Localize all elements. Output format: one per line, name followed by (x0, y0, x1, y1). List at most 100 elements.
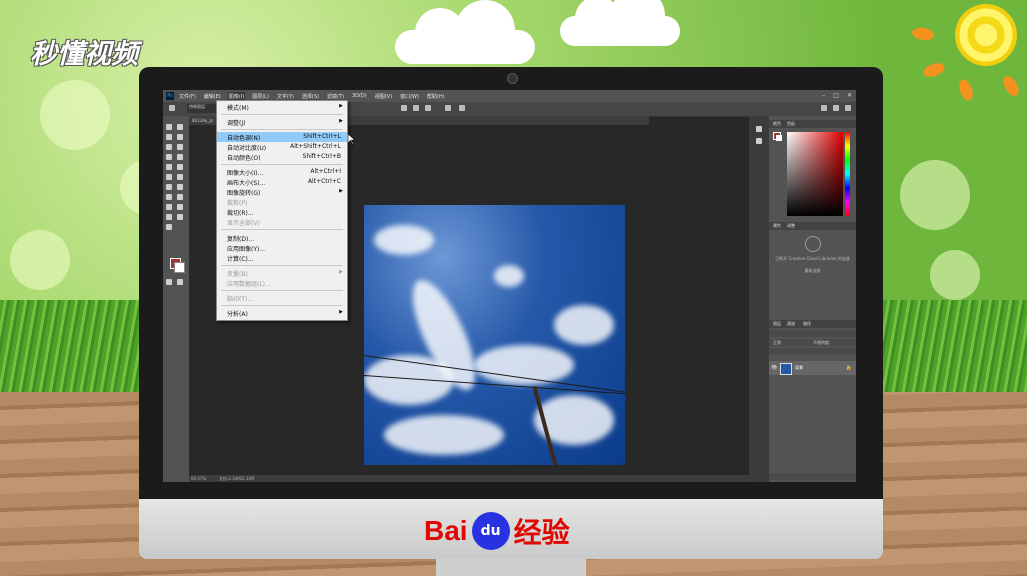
menu-item-label: 裁切(R)... (227, 210, 254, 217)
move-tool-icon[interactable] (169, 105, 175, 111)
search-icon[interactable] (821, 105, 827, 111)
menu-file[interactable]: 文件(F) (178, 92, 197, 101)
dodge-tool-icon[interactable] (177, 184, 183, 190)
menu-item-crop[interactable]: 裁剪(P) (217, 197, 347, 207)
menu-item-variables[interactable]: 变量(B) ▶ (217, 268, 347, 278)
tab-paths[interactable]: 路径 (803, 321, 811, 327)
menu-help[interactable]: 帮助(H) (426, 92, 446, 101)
maximize-icon[interactable]: □ (833, 92, 839, 99)
healing-tool-icon[interactable] (166, 154, 172, 160)
tab-adjustments[interactable]: 调整 (787, 223, 795, 229)
status-bar: 66.67% 文档:2.34M/2.34M (189, 475, 749, 482)
menu-view[interactable]: 视图(V) (374, 92, 393, 101)
menu-item-apply-image[interactable]: 应用图像(Y)... (217, 243, 347, 253)
menu-item-trim[interactable]: 裁切(R)... (217, 207, 347, 217)
move-tool-icon[interactable] (166, 124, 172, 130)
align-icon[interactable] (401, 105, 407, 111)
align-icon[interactable] (413, 105, 419, 111)
eraser-tool-icon[interactable] (166, 174, 172, 180)
panel-background-swatch[interactable] (776, 135, 782, 141)
lasso-tool-icon[interactable] (166, 134, 172, 140)
pen-tool-icon[interactable] (166, 194, 172, 200)
history-panel-icon[interactable] (756, 126, 762, 132)
screen-mode-icon[interactable] (177, 279, 183, 285)
align-icon[interactable] (425, 105, 431, 111)
zoom-level[interactable]: 66.67% (191, 476, 206, 481)
menu-item-reveal-all[interactable]: 显示全部(V) (217, 217, 347, 227)
menu-separator (221, 265, 343, 266)
photoshop-app-icon[interactable]: Ps (166, 92, 174, 100)
cloud-wisp (474, 345, 574, 385)
menu-item-label: 自动色调(N) (227, 135, 261, 142)
menu-item-trap[interactable]: 陷印(T)... (217, 293, 347, 303)
crop-tool-icon[interactable] (166, 144, 172, 150)
path-select-tool-icon[interactable] (166, 204, 172, 210)
menu-item-shortcut: Shift+Ctrl+L (303, 133, 341, 140)
minimize-icon[interactable]: – (822, 92, 825, 99)
tab-channels[interactable]: 通道 (787, 321, 795, 327)
menu-item-auto-tone[interactable]: 自动色调(N) Shift+Ctrl+L (217, 132, 347, 142)
hue-slider[interactable] (845, 132, 850, 216)
layer-row-background[interactable]: 👁 背景 🔒 (769, 361, 856, 375)
layer-filter-bar[interactable] (769, 330, 856, 337)
workspace-icon[interactable] (833, 105, 839, 111)
gradient-tool-icon[interactable] (177, 174, 183, 180)
lock-bar (769, 348, 856, 355)
menu-separator (221, 114, 343, 115)
menu-item-image-size[interactable]: 图像大小(I)... Alt+Ctrl+I (217, 167, 347, 177)
zoom-tool-icon[interactable] (177, 214, 183, 220)
cloud (560, 0, 680, 46)
blend-mode-dropdown[interactable]: 正常 (773, 340, 781, 346)
close-icon[interactable]: ✕ (847, 92, 852, 99)
menu-item-canvas-size[interactable]: 画布大小(S)... Alt+Ctrl+C (217, 177, 347, 187)
cloud (395, 0, 535, 64)
blend-opacity-bar: 正常 不透明度: (769, 339, 856, 346)
layers-footer (769, 473, 856, 480)
menu-item-analysis[interactable]: 分析(A) ▶ (217, 308, 347, 318)
tab-properties[interactable]: 属性 (773, 223, 781, 229)
menu-item-auto-color[interactable]: 自动颜色(O) Shift+Ctrl+B (217, 152, 347, 162)
menu-item-apply-data-set[interactable]: 应用数据组(L)... (217, 278, 347, 288)
menu-item-calculations[interactable]: 计算(C)... (217, 253, 347, 263)
menu-item-label: 变量(B) (227, 271, 248, 278)
type-tool-icon[interactable] (177, 194, 183, 200)
opacity-label[interactable]: 不透明度: (813, 340, 830, 346)
auto-select-dropdown[interactable]: 特殊图层 (187, 104, 217, 113)
menu-item-mode[interactable]: 模式(M) ▶ (217, 102, 347, 112)
menu-3d[interactable]: 3D(D) (351, 92, 368, 100)
layers-panel-header: 图层 通道 路径 (769, 320, 856, 328)
menu-window[interactable]: 窗口(W) (399, 92, 420, 101)
stamp-tool-icon[interactable] (166, 164, 172, 170)
share-icon[interactable] (845, 105, 851, 111)
tab-color[interactable]: 颜色 (773, 121, 781, 127)
more-tools-icon[interactable] (166, 224, 172, 230)
cloud-wisp (554, 305, 614, 345)
menu-item-adjustments[interactable]: 调整(J) ▶ (217, 117, 347, 127)
submenu-arrow-icon: ▶ (339, 103, 343, 109)
marquee-tool-icon[interactable] (177, 124, 183, 130)
shape-tool-icon[interactable] (177, 204, 183, 210)
menu-item-label: 模式(M) (227, 105, 249, 112)
color-picker-field[interactable] (787, 132, 843, 216)
properties-panel-icon[interactable] (756, 138, 762, 144)
brush-tool-icon[interactable] (177, 154, 183, 160)
menu-item-duplicate[interactable]: 复制(D)... (217, 233, 347, 243)
hand-tool-icon[interactable] (166, 214, 172, 220)
history-brush-tool-icon[interactable] (177, 164, 183, 170)
tab-layers[interactable]: 图层 (773, 321, 781, 327)
menu-item-auto-contrast[interactable]: 自动对比度(U) Alt+Shift+Ctrl+L (217, 142, 347, 152)
blur-tool-icon[interactable] (166, 184, 172, 190)
3d-mode-icon[interactable] (459, 105, 465, 111)
cc-libraries-message: 已断开 Creative Cloud Libraries 的连接 (775, 256, 850, 261)
menu-item-image-rotation[interactable]: 图像旋转(G) ▶ (217, 187, 347, 197)
menu-item-shortcut: Alt+Ctrl+C (307, 178, 341, 185)
tab-swatches[interactable]: 色板 (787, 121, 795, 127)
visibility-eye-icon[interactable]: 👁 (771, 365, 777, 371)
eyedropper-tool-icon[interactable] (177, 144, 183, 150)
background-color-swatch[interactable] (174, 262, 185, 273)
submenu-arrow-icon: ▶ (339, 309, 343, 315)
cc-reconnect-link[interactable]: 重新连接 (769, 268, 856, 274)
magic-wand-tool-icon[interactable] (177, 134, 183, 140)
quick-mask-icon[interactable] (166, 279, 172, 285)
distribute-icon[interactable] (445, 105, 451, 111)
